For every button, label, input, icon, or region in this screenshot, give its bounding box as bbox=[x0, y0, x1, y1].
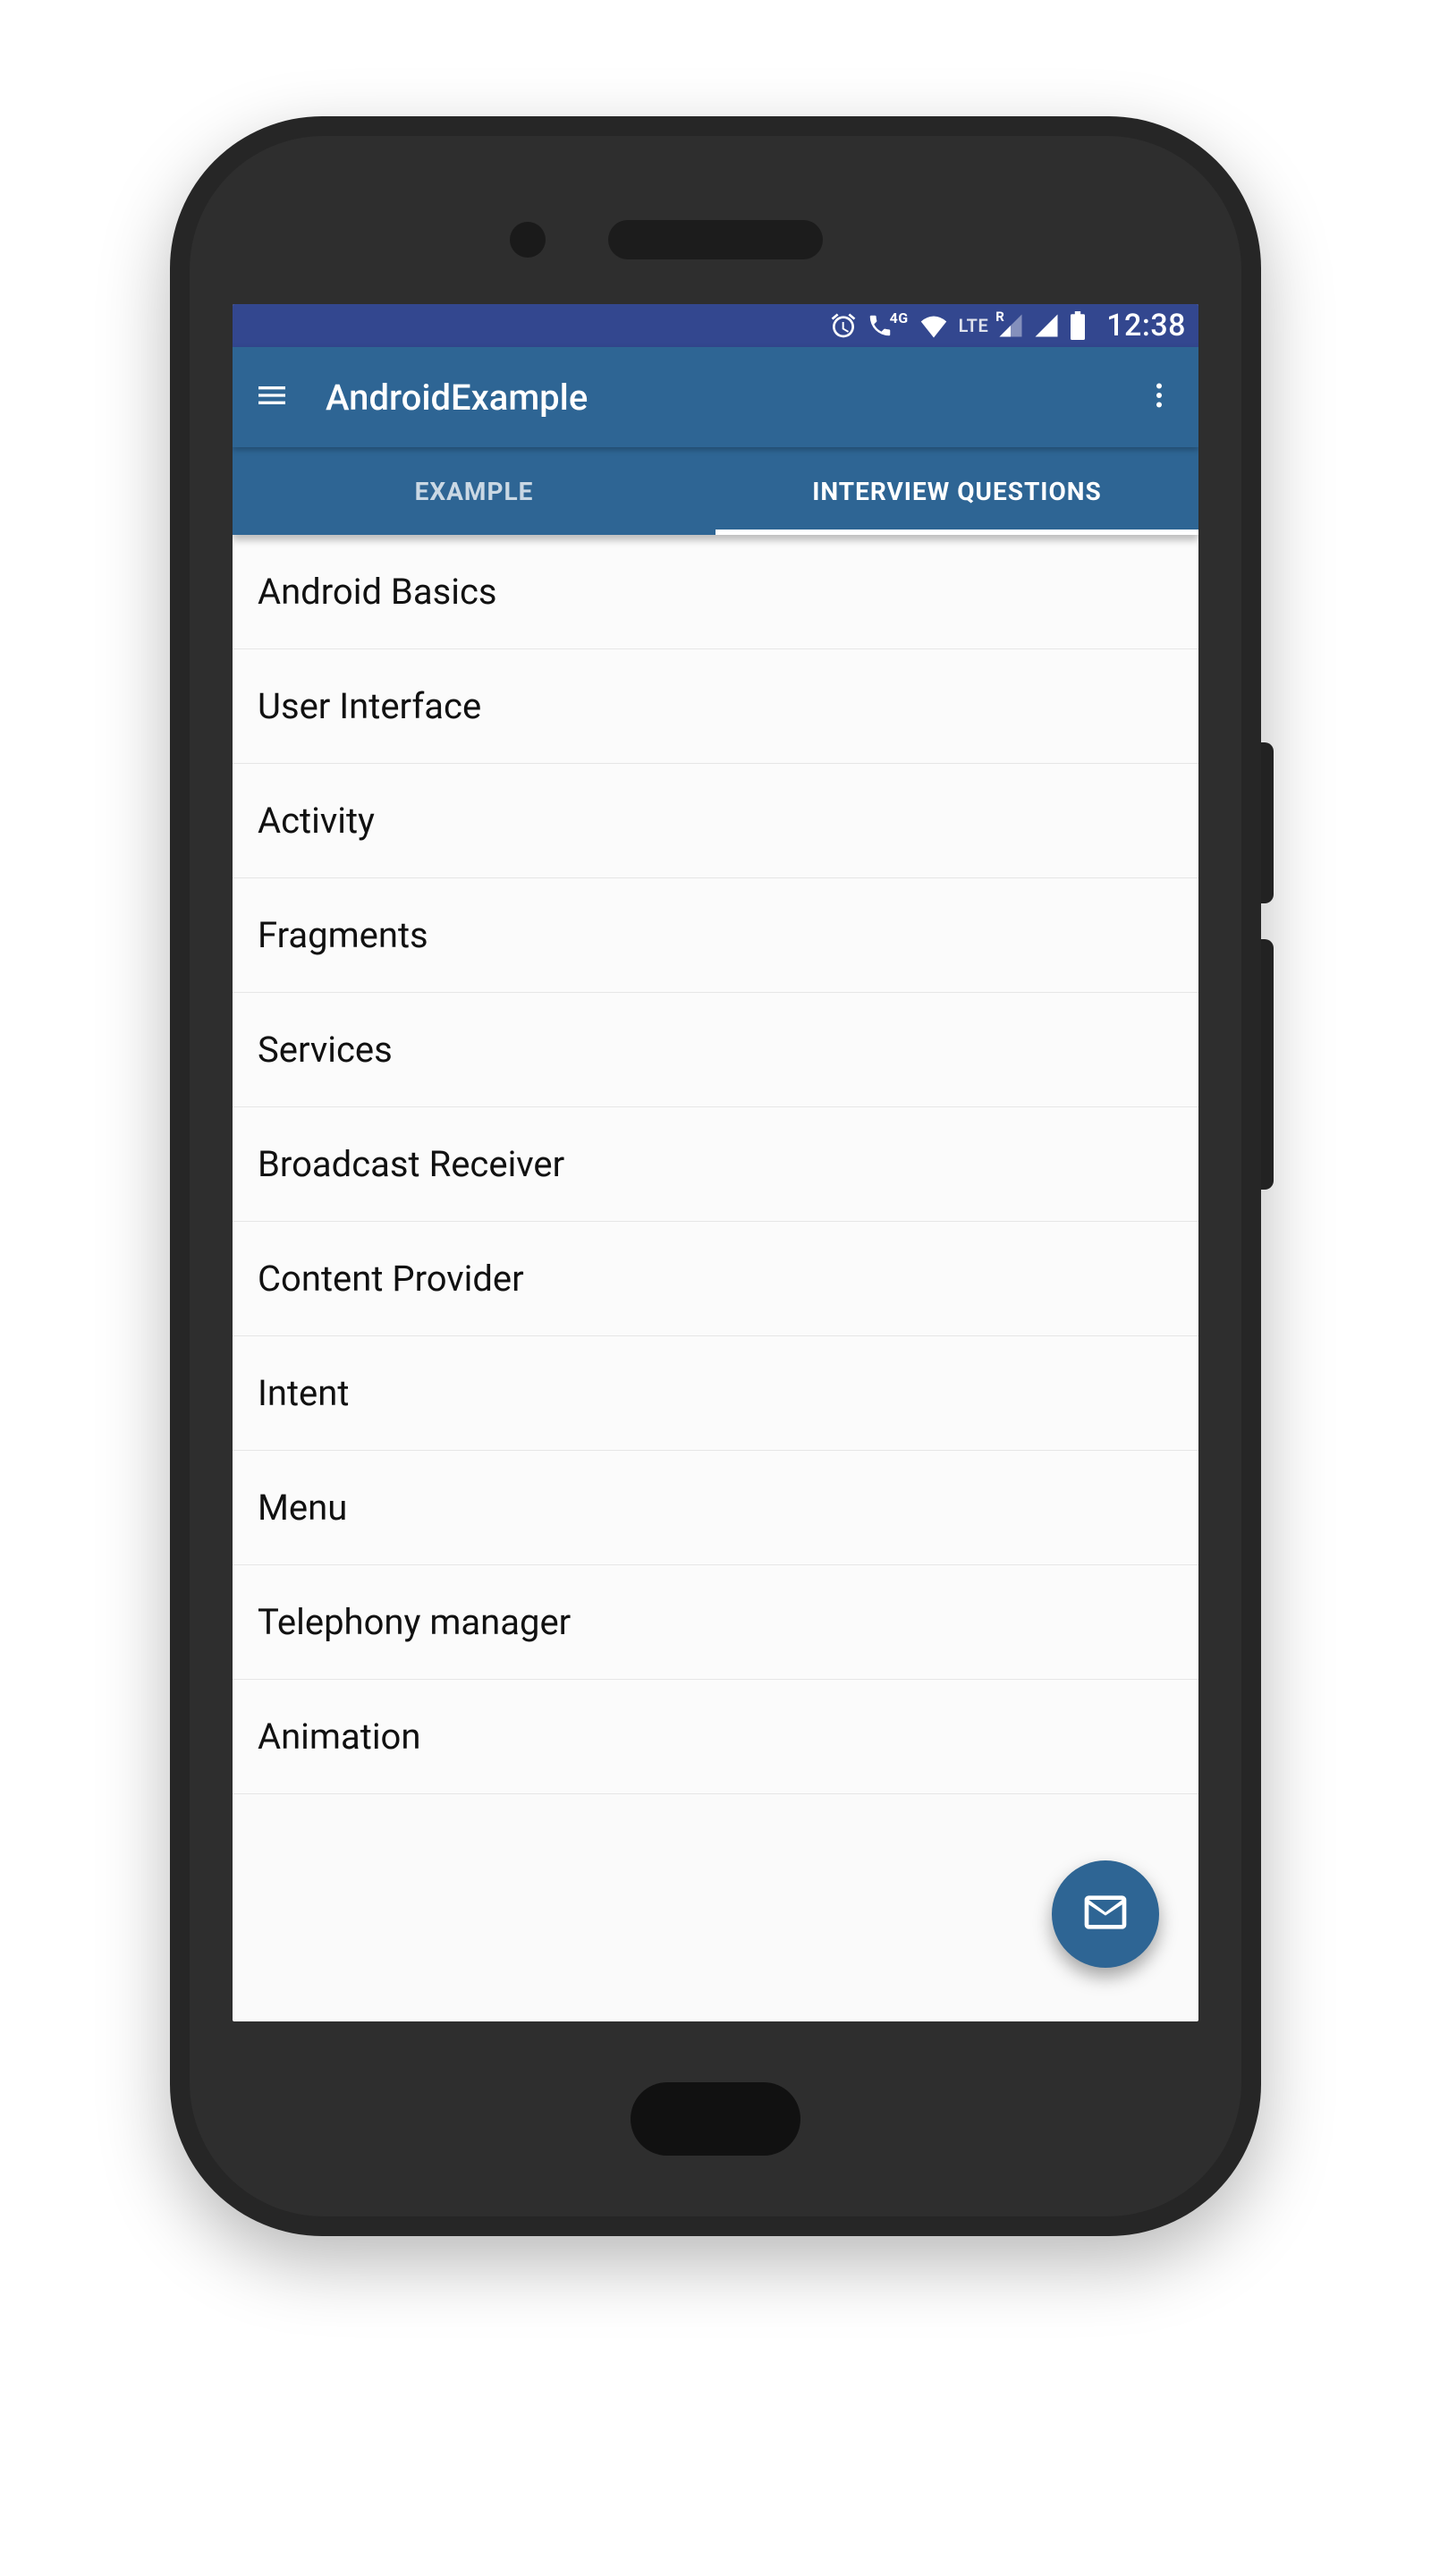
hamburger-icon bbox=[254, 377, 290, 417]
status-bar: 4G LTE R bbox=[233, 304, 1198, 347]
wifi-icon bbox=[918, 309, 950, 342]
phone-side-button bbox=[1261, 939, 1274, 1190]
list-item-label: Animation bbox=[258, 1716, 420, 1758]
status-icons: 4G LTE R bbox=[829, 308, 1186, 343]
home-button[interactable] bbox=[631, 2082, 800, 2156]
list-item-label: Telephony manager bbox=[258, 1601, 571, 1643]
topic-list[interactable]: Android Basics User Interface Activity F… bbox=[233, 535, 1198, 1794]
tab-label: EXAMPLE bbox=[415, 477, 534, 506]
nav-drawer-button[interactable] bbox=[250, 376, 293, 419]
tab-interview-questions[interactable]: INTERVIEW QUESTIONS bbox=[716, 447, 1198, 535]
list-item[interactable]: Menu bbox=[233, 1451, 1198, 1565]
list-item[interactable]: Activity bbox=[233, 764, 1198, 878]
mail-icon bbox=[1080, 1887, 1130, 1941]
list-item[interactable]: Android Basics bbox=[233, 535, 1198, 649]
list-item[interactable]: Services bbox=[233, 993, 1198, 1107]
tab-label: INTERVIEW QUESTIONS bbox=[812, 477, 1102, 506]
network-type-label: LTE bbox=[959, 315, 989, 336]
earpiece-speaker bbox=[608, 220, 823, 259]
list-item[interactable]: Content Provider bbox=[233, 1222, 1198, 1336]
signal-icon bbox=[1033, 312, 1060, 339]
phone-side-button bbox=[1261, 742, 1274, 903]
list-item-label: Broadcast Receiver bbox=[258, 1143, 564, 1185]
overflow-menu-button[interactable] bbox=[1138, 376, 1181, 419]
more-vert-icon bbox=[1143, 379, 1175, 415]
list-item[interactable]: Telephony manager bbox=[233, 1565, 1198, 1680]
roaming-label: R bbox=[995, 309, 1004, 325]
status-clock: 12:38 bbox=[1106, 308, 1186, 343]
list-item[interactable]: Broadcast Receiver bbox=[233, 1107, 1198, 1222]
call-data-label: 4G bbox=[890, 309, 909, 326]
list-item-label: Services bbox=[258, 1029, 393, 1071]
list-item-label: Content Provider bbox=[258, 1258, 524, 1300]
list-item[interactable]: Intent bbox=[233, 1336, 1198, 1451]
list-item[interactable]: User Interface bbox=[233, 649, 1198, 764]
list-item-label: Fragments bbox=[258, 914, 428, 956]
tab-bar: EXAMPLE INTERVIEW QUESTIONS bbox=[233, 447, 1198, 535]
list-item-label: Menu bbox=[258, 1487, 347, 1529]
fab-mail-button[interactable] bbox=[1052, 1860, 1159, 1968]
list-item-label: Activity bbox=[258, 800, 375, 842]
device-screen: 4G LTE R bbox=[233, 304, 1198, 2021]
tab-example[interactable]: EXAMPLE bbox=[233, 447, 716, 535]
list-item-label: User Interface bbox=[258, 685, 481, 727]
list-item[interactable]: Fragments bbox=[233, 878, 1198, 993]
call-4g-icon: 4G bbox=[867, 312, 909, 339]
signal-roaming-icon: R bbox=[997, 312, 1024, 339]
list-item[interactable]: Animation bbox=[233, 1680, 1198, 1794]
front-camera bbox=[510, 222, 546, 258]
alarm-icon bbox=[829, 311, 858, 340]
list-item-label: Android Basics bbox=[258, 571, 497, 613]
battery-icon bbox=[1069, 311, 1087, 340]
list-item-label: Intent bbox=[258, 1372, 349, 1414]
app-title: AndroidExample bbox=[326, 377, 1138, 419]
app-bar: AndroidExample bbox=[233, 347, 1198, 447]
